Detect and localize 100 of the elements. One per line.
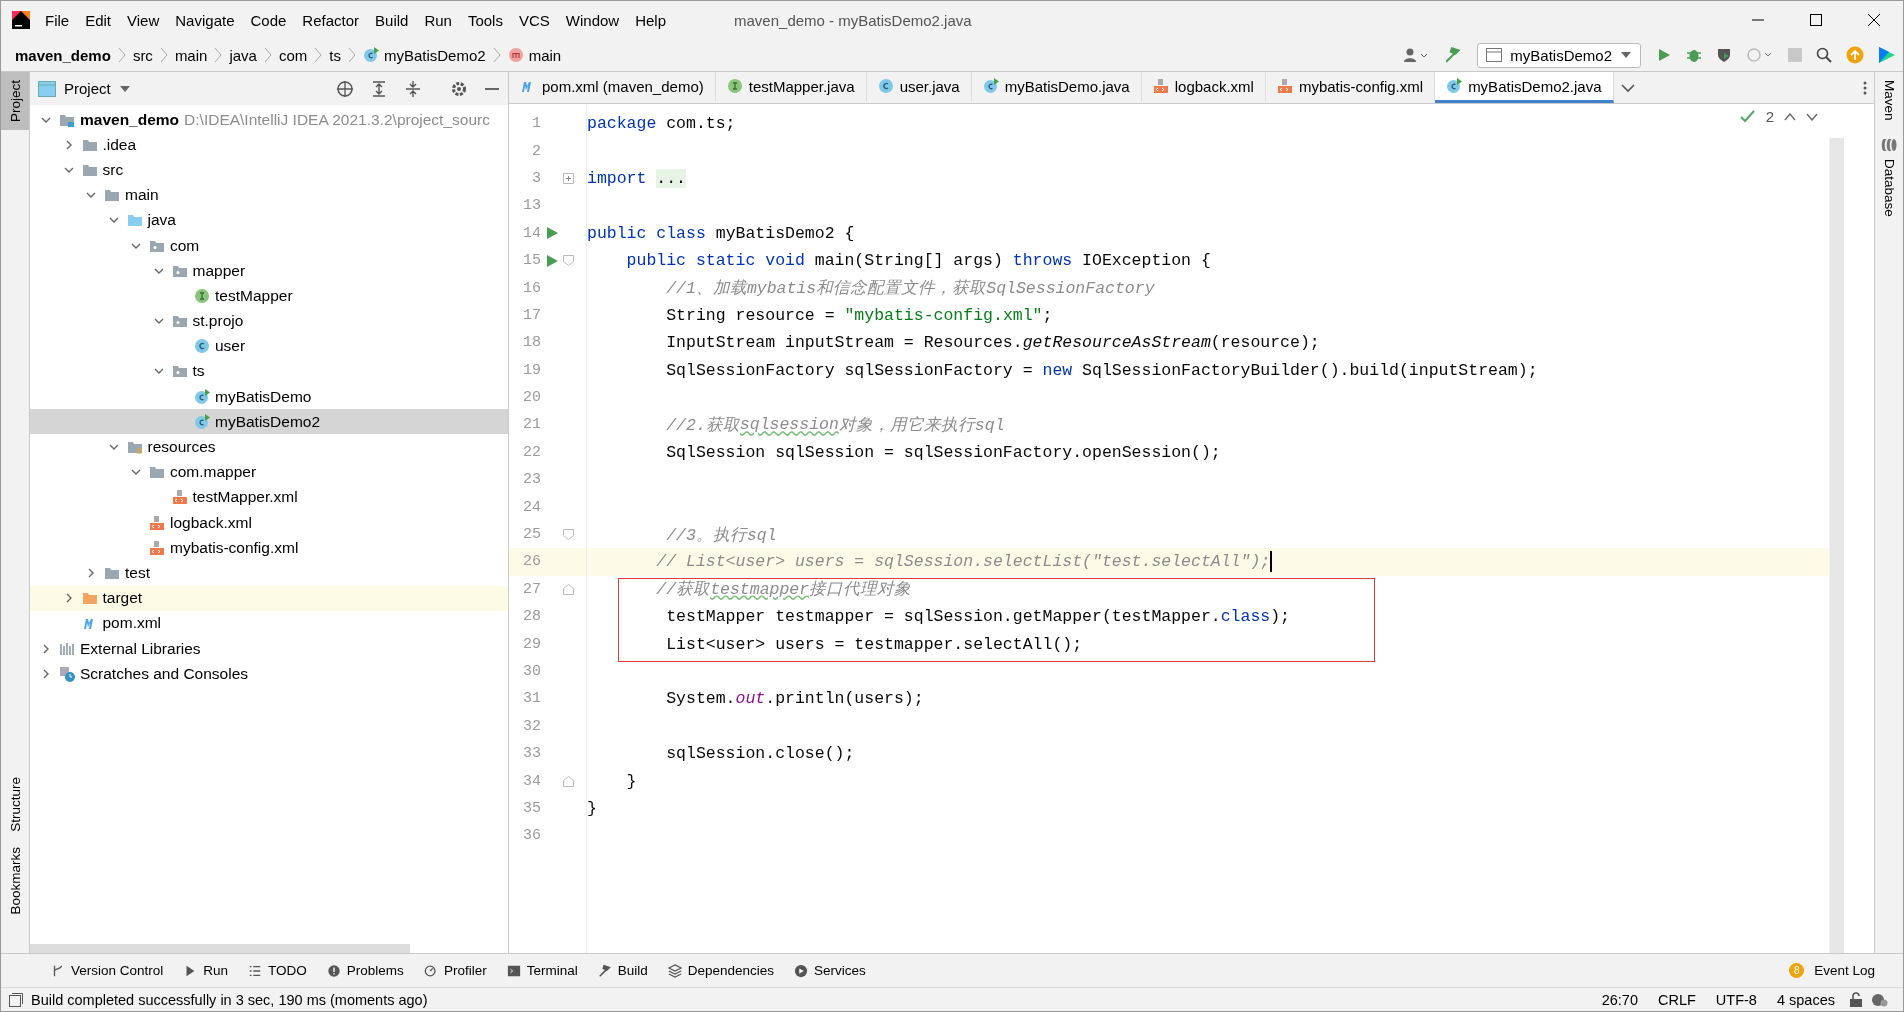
tree-item[interactable]: com.mapper bbox=[30, 459, 508, 485]
chevron-down-icon[interactable] bbox=[1806, 112, 1818, 121]
layout-icon[interactable] bbox=[9, 992, 23, 1007]
tool-window-button[interactable]: Run bbox=[173, 962, 239, 979]
tree-item[interactable]: user bbox=[30, 333, 508, 359]
chevron-up-icon[interactable] bbox=[1784, 112, 1796, 121]
menu-item[interactable]: Edit bbox=[77, 11, 120, 29]
run-icon[interactable] bbox=[545, 253, 559, 268]
horizontal-scrollbar[interactable] bbox=[30, 944, 410, 953]
tree-item[interactable]: ts bbox=[30, 358, 508, 385]
menu-item[interactable]: Window bbox=[557, 11, 628, 29]
collapse-all-icon[interactable] bbox=[404, 79, 422, 98]
tree-item[interactable]: mapper bbox=[30, 258, 508, 284]
panel-title[interactable]: Project bbox=[64, 80, 111, 97]
tree-item[interactable]: resources bbox=[30, 434, 508, 460]
tree-item[interactable]: main bbox=[30, 182, 508, 208]
tree-item[interactable]: maven_demo D:\IDEA\IntelliJ IDEA 2021.3.2\project_sourc bbox=[30, 107, 508, 133]
tree-item[interactable]: mybatis-config.xml bbox=[30, 535, 508, 561]
fold-marker-icon[interactable] bbox=[563, 255, 574, 267]
tree-item[interactable]: .idea bbox=[30, 132, 508, 158]
tree-item[interactable]: logback.xml bbox=[30, 510, 508, 536]
fold-marker-icon[interactable] bbox=[563, 583, 574, 595]
tool-window-button[interactable]: Version Control bbox=[41, 962, 174, 979]
fold-marker-icon[interactable] bbox=[563, 775, 574, 787]
fold-marker-icon[interactable] bbox=[563, 529, 574, 541]
tool-window-tab[interactable]: Bookmarks bbox=[1, 839, 29, 923]
menu-item[interactable]: Navigate bbox=[167, 11, 243, 29]
more-icon[interactable] bbox=[1863, 80, 1867, 95]
editor-tab[interactable]: logback.xml bbox=[1141, 72, 1266, 103]
fold-plus-icon[interactable] bbox=[563, 172, 574, 184]
tool-window-tab[interactable]: Maven bbox=[1875, 72, 1903, 129]
menu-item[interactable]: VCS bbox=[510, 11, 558, 29]
tool-window-button[interactable]: Services bbox=[784, 962, 876, 979]
tree-item[interactable]: pom.xml bbox=[30, 610, 508, 636]
breadcrumb[interactable]: main bbox=[507, 46, 562, 64]
event-log-button[interactable]: Event Log bbox=[1804, 963, 1903, 978]
tool-window-button[interactable]: Profiler bbox=[413, 962, 497, 979]
tool-window-tab[interactable]: Structure bbox=[1, 768, 29, 840]
breadcrumb[interactable]: src bbox=[132, 46, 153, 64]
breadcrumb[interactable]: maven_demo bbox=[15, 46, 111, 64]
tree-item[interactable]: st.projo bbox=[30, 308, 508, 334]
close-icon[interactable] bbox=[1868, 14, 1880, 26]
tree-item[interactable]: myBatisDemo bbox=[30, 384, 508, 410]
run-configuration-dropdown[interactable]: myBatisDemo2 bbox=[1477, 42, 1641, 68]
tree-item[interactable]: Scratches and Consoles bbox=[30, 661, 508, 687]
editor-tab[interactable]: user.java bbox=[866, 72, 972, 103]
tree-item[interactable]: target bbox=[30, 585, 508, 611]
folder-icon bbox=[81, 590, 98, 607]
tree-item[interactable]: test bbox=[30, 560, 508, 586]
breadcrumb[interactable]: com bbox=[278, 46, 308, 64]
bug-icon[interactable] bbox=[1686, 47, 1702, 63]
hammer-icon[interactable] bbox=[1444, 46, 1463, 64]
tree-item[interactable]: External Libraries bbox=[30, 635, 508, 662]
menu-item[interactable]: Refactor bbox=[294, 11, 368, 29]
vertical-scrollbar[interactable] bbox=[1829, 138, 1844, 953]
tool-window-button[interactable]: TODO bbox=[238, 962, 317, 979]
caret-icon[interactable] bbox=[118, 84, 131, 93]
menu-item[interactable]: Tools bbox=[459, 11, 511, 29]
editor-tab[interactable]: myBatisDemo2.java bbox=[1435, 72, 1614, 103]
status-item[interactable]: CRLF bbox=[1652, 991, 1702, 1008]
tree-item[interactable]: testMapper.xml bbox=[30, 484, 508, 510]
breadcrumb[interactable]: main bbox=[174, 46, 208, 64]
lock-icon[interactable] bbox=[1849, 991, 1863, 1008]
tool-window-tab[interactable]: Database bbox=[1875, 128, 1903, 225]
menu-item[interactable]: Build bbox=[367, 11, 417, 29]
menu-item[interactable]: File bbox=[37, 11, 78, 29]
tool-window-tab[interactable]: Project bbox=[1, 72, 29, 131]
menu-item[interactable]: Code bbox=[242, 11, 295, 29]
menu-item[interactable]: Help bbox=[627, 11, 675, 29]
editor-tab[interactable]: myBatisDemo.java bbox=[971, 72, 1142, 103]
settings-icon[interactable] bbox=[450, 79, 468, 98]
tree-item[interactable]: myBatisDemo2 bbox=[30, 409, 508, 435]
tree-item[interactable]: com bbox=[30, 232, 508, 259]
editor-tab[interactable]: testMapper.java bbox=[715, 72, 867, 103]
search-icon[interactable] bbox=[1816, 47, 1832, 63]
locate-icon[interactable] bbox=[336, 79, 354, 98]
breadcrumb[interactable]: myBatisDemo2 bbox=[362, 46, 486, 64]
tree-item[interactable]: java bbox=[30, 207, 508, 233]
status-item[interactable]: 4 spaces bbox=[1770, 991, 1841, 1008]
code-text: // List<user> users = sqlSession.selectList("test.selectAll"); bbox=[655, 551, 1273, 573]
menu-item[interactable]: Run bbox=[416, 11, 460, 29]
breadcrumb[interactable]: java bbox=[229, 46, 257, 64]
tool-window-button[interactable]: Dependencies bbox=[657, 962, 784, 979]
tool-window-button[interactable]: Terminal bbox=[496, 962, 588, 979]
tool-window-button[interactable]: Build bbox=[587, 962, 658, 979]
editor-tab[interactable]: pom.xml (maven_demo) bbox=[509, 72, 716, 103]
chevron-down-icon[interactable] bbox=[1620, 82, 1635, 93]
run-icon[interactable] bbox=[545, 226, 559, 241]
expand-all-icon[interactable] bbox=[370, 79, 388, 98]
tool-window-button[interactable]: Problems bbox=[316, 962, 414, 979]
status-item[interactable]: 26:70 bbox=[1595, 991, 1644, 1008]
menu-item[interactable]: View bbox=[119, 11, 168, 29]
maximize-icon[interactable] bbox=[1810, 14, 1822, 26]
run-icon[interactable] bbox=[1656, 47, 1672, 63]
shield-icon[interactable] bbox=[1716, 47, 1732, 63]
tree-item[interactable]: src bbox=[30, 157, 508, 183]
breadcrumb[interactable]: ts bbox=[329, 46, 341, 64]
tree-item[interactable]: testMapper bbox=[30, 283, 508, 309]
toolbox-logo-icon[interactable] bbox=[1878, 46, 1896, 64]
status-item[interactable]: UTF-8 bbox=[1709, 991, 1763, 1008]
